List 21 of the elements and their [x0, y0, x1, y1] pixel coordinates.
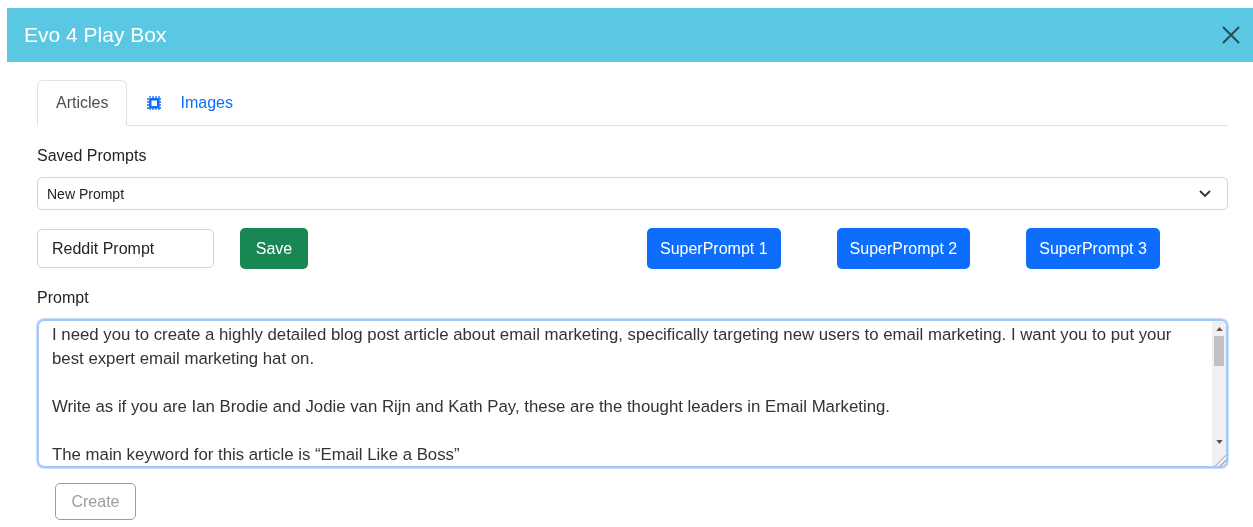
scrollbar[interactable] — [1212, 321, 1226, 466]
prompt-paragraph: The main keyword for this article is “Email Like a Boss” — [52, 444, 461, 466]
scrollbar-thumb[interactable] — [1214, 336, 1224, 366]
prompt-paragraph: I need you to create a highly detailed blog post article about email marketing, specifically targeting new users to email marketing. I want you to put your best expert email marketing hat on. — [52, 324, 1172, 370]
prompt-name-field[interactable]: Reddit Prompt — [37, 229, 214, 268]
chevron-down-icon — [1199, 189, 1211, 198]
window-title: Evo 4 Play Box — [24, 23, 167, 47]
superprompt-button[interactable]: SuperPrompt 1 — [647, 228, 781, 269]
saved-prompts-dropdown[interactable]: New Prompt — [37, 177, 1228, 210]
prompt-textarea[interactable] — [37, 319, 1228, 468]
superprompt-button[interactable]: SuperPrompt 3 — [1026, 228, 1160, 269]
superprompt-button[interactable]: SuperPrompt 2 — [836, 228, 971, 269]
scroll-down-arrow-icon[interactable] — [1215, 440, 1223, 444]
tab[interactable]: Images — [127, 80, 252, 126]
close-icon[interactable] — [1221, 25, 1241, 45]
save-button[interactable]: Save — [240, 228, 308, 269]
field-label: Saved Prompts — [37, 147, 148, 165]
prompt-paragraph: Write as if you are Ian Brodie and Jodie van Rijn and Kath Pay, these are the thought leaders in Email Marketing. — [52, 396, 891, 418]
field-label: Prompt — [37, 289, 90, 307]
scroll-up-arrow-icon[interactable] — [1215, 327, 1223, 331]
tab[interactable]: Articles — [37, 80, 128, 126]
